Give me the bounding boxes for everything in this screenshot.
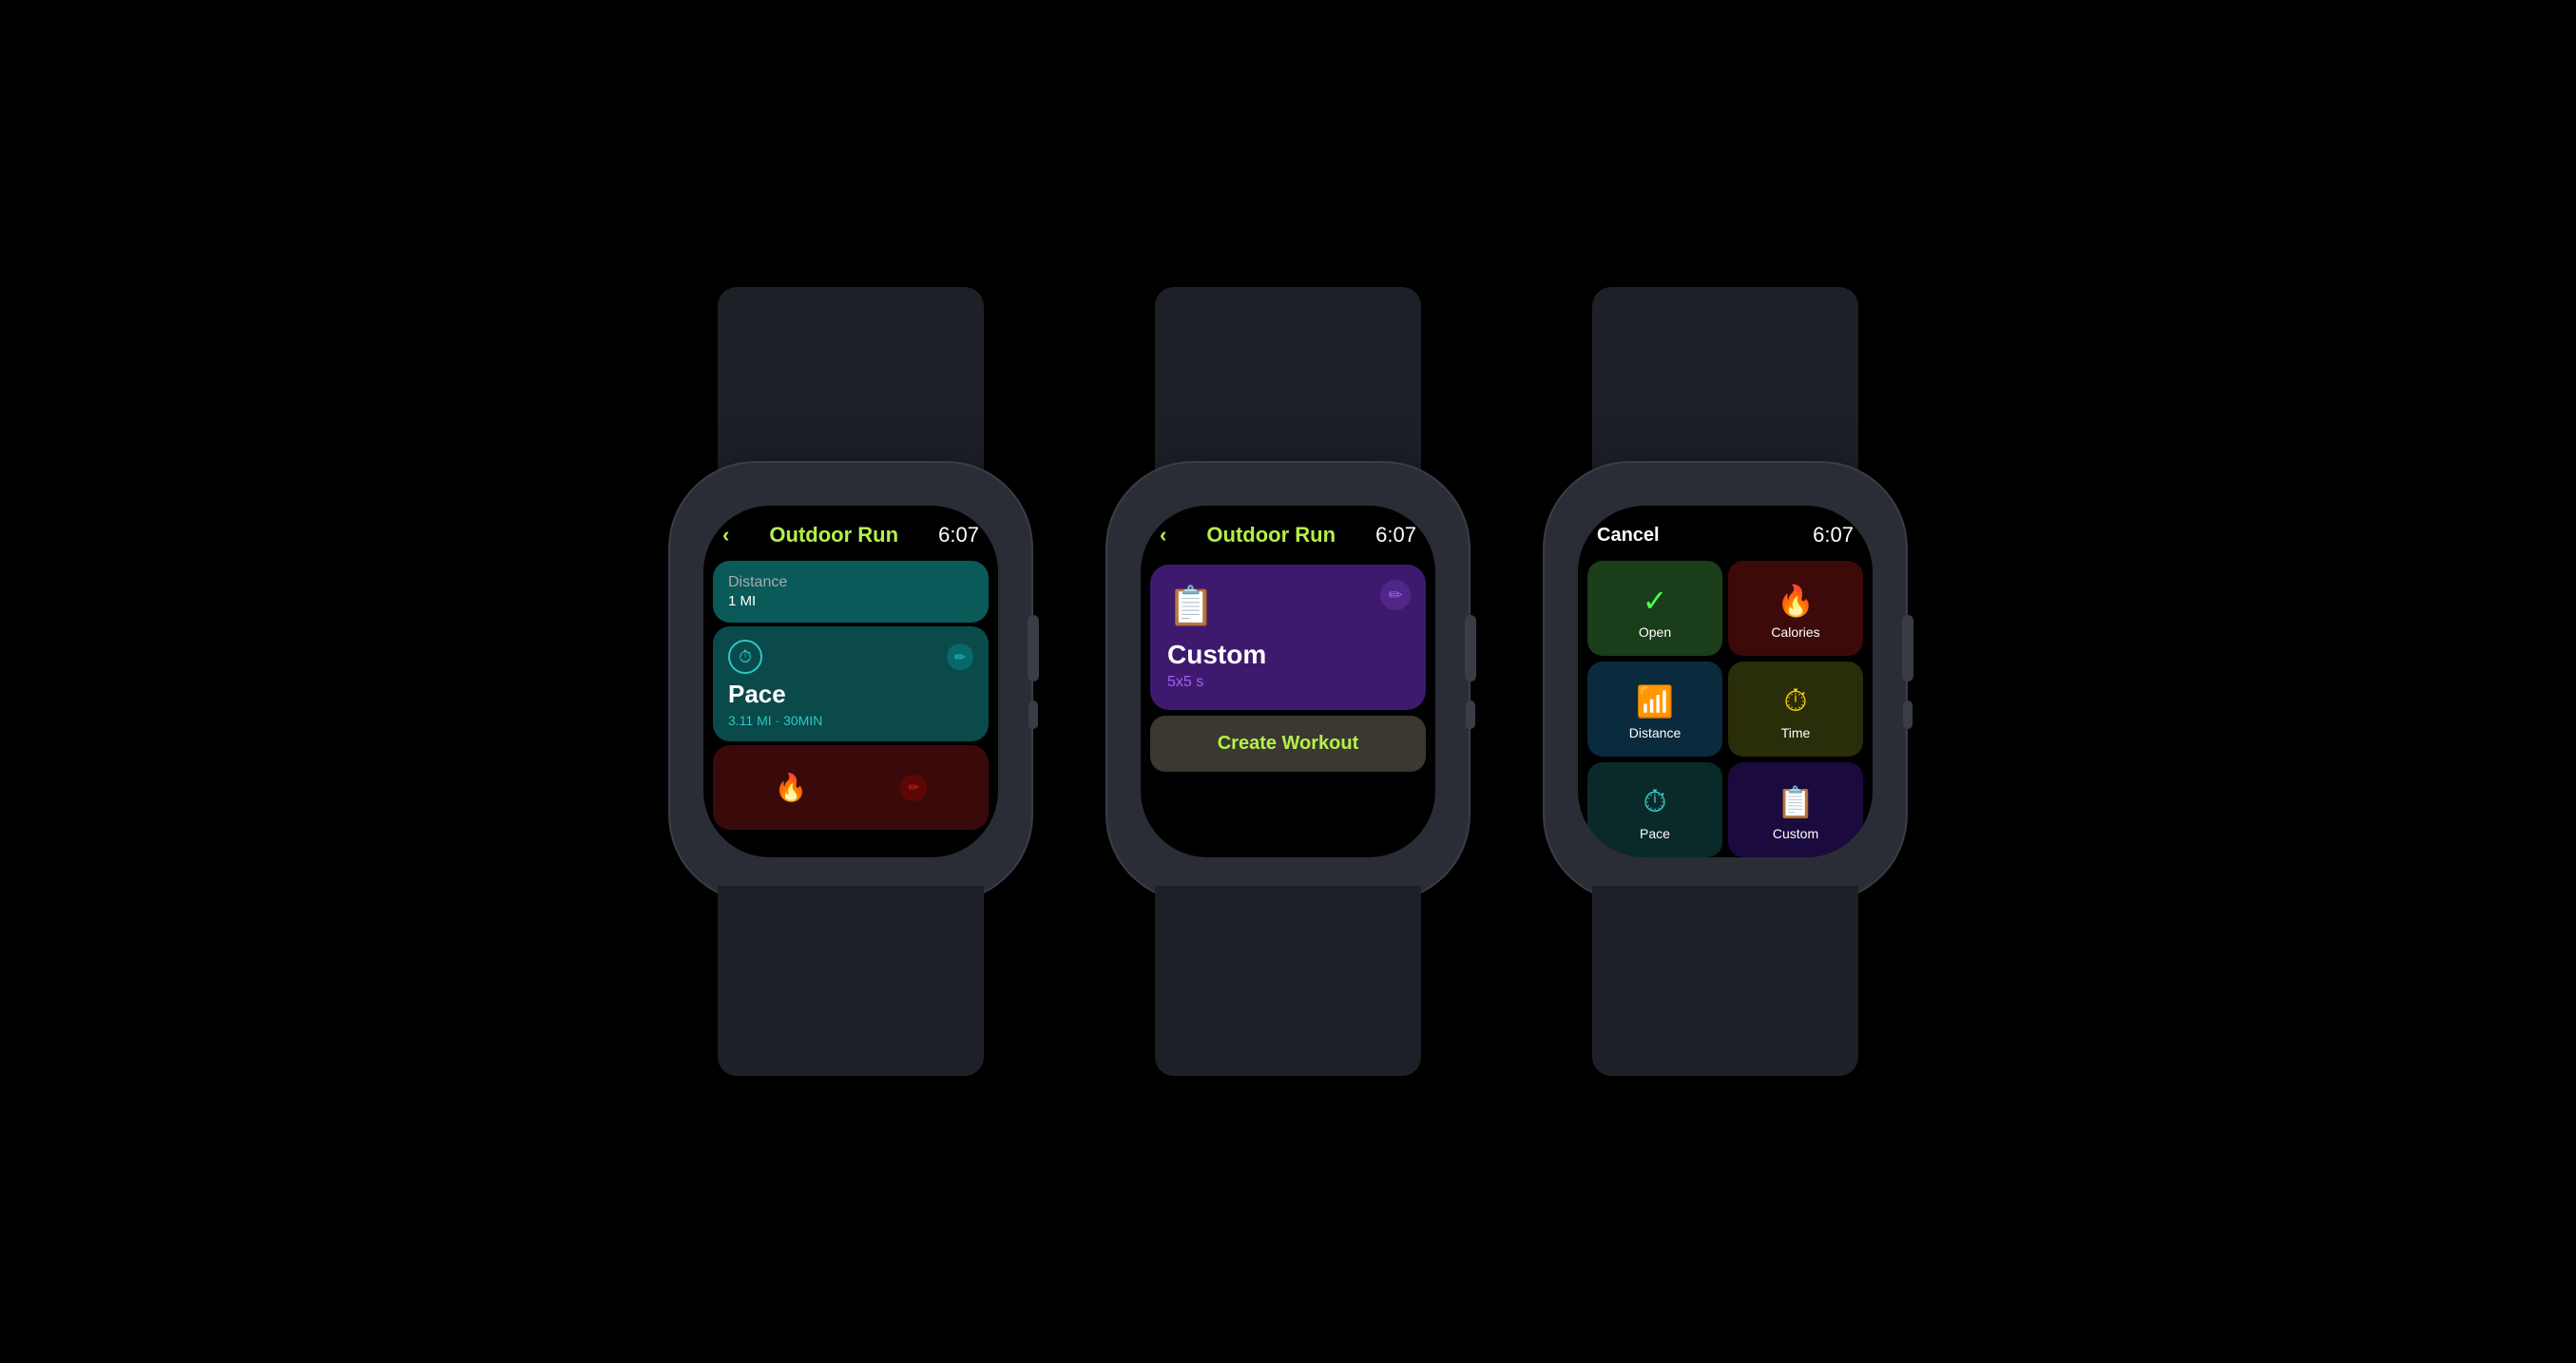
watches-container: ‹ Outdoor Run 6:07 Distance 1 MI ⏱ ✏ Pac…	[670, 463, 1906, 900]
open-label: Open	[1639, 624, 1671, 640]
goal-custom-button[interactable]: 📋 Custom	[1728, 762, 1863, 857]
distance-label: Distance	[728, 574, 973, 591]
calories-label: Calories	[1771, 624, 1819, 640]
distance-label: Distance	[1629, 725, 1681, 740]
watch-band-top-3	[1592, 287, 1858, 477]
screen2-header: ‹ Outdoor Run 6:07	[1141, 506, 1435, 557]
cancel-button[interactable]: Cancel	[1597, 525, 1660, 547]
watch-2: ‹ Outdoor Run 6:07 📋 ✏ Custom 5x5 s Crea…	[1107, 463, 1469, 900]
pace-title: Pace	[728, 680, 973, 709]
goal-type-grid: ✓ Open 🔥 Calories 📶 Distance	[1578, 557, 1873, 857]
screen1-title: Outdoor Run	[769, 523, 898, 547]
custom-card-title: Custom	[1167, 640, 1409, 670]
watch-screen-2: ‹ Outdoor Run 6:07 📋 ✏ Custom 5x5 s Crea…	[1141, 506, 1435, 857]
screen1-header: ‹ Outdoor Run 6:07	[703, 506, 998, 557]
calories-flame-icon: 🔥	[1777, 583, 1815, 619]
watch-band-top-2	[1155, 287, 1421, 477]
time-label: Time	[1781, 725, 1811, 740]
watch-3: Cancel 6:07 ✓ Open 🔥 Calories	[1545, 463, 1906, 900]
watch-band-top-1	[718, 287, 984, 477]
watch-side-button-1	[1028, 701, 1038, 729]
calories-row: 🔥 ✏	[728, 758, 973, 816]
pencil-edit-icon[interactable]: ✏	[1380, 580, 1411, 610]
custom-card-subtitle: 5x5 s	[1167, 674, 1409, 691]
clipboard-icon: 📋	[1167, 584, 1409, 628]
back-arrow-2[interactable]: ‹	[1160, 523, 1166, 547]
watch-body-1: ‹ Outdoor Run 6:07 Distance 1 MI ⏱ ✏ Pac…	[670, 463, 1031, 900]
distance-card[interactable]: Distance 1 MI	[713, 561, 989, 623]
goal-pace-button[interactable]: ⏱ Pace	[1587, 762, 1722, 857]
goal-time-button[interactable]: ⏱ Time	[1728, 662, 1863, 757]
custom-clipboard-icon: 📋	[1777, 784, 1815, 820]
watch-side-button-3	[1903, 701, 1913, 729]
watch-body-2: ‹ Outdoor Run 6:07 📋 ✏ Custom 5x5 s Crea…	[1107, 463, 1469, 900]
open-check-icon: ✓	[1643, 583, 1668, 619]
pace-subtitle: 3.11 MI · 30MIN	[728, 713, 973, 728]
watch-side-button-2	[1466, 701, 1475, 729]
watch-1: ‹ Outdoor Run 6:07 Distance 1 MI ⏱ ✏ Pac…	[670, 463, 1031, 900]
screen3-time: 6:07	[1813, 523, 1854, 547]
distance-value: 1 MI	[728, 593, 973, 609]
watch-screen-3: Cancel 6:07 ✓ Open 🔥 Calories	[1578, 506, 1873, 857]
goal-calories-button[interactable]: 🔥 Calories	[1728, 561, 1863, 656]
pace-edit-icon[interactable]: ✏	[947, 643, 973, 670]
screen1-time: 6:07	[938, 523, 979, 547]
screen3-header: Cancel 6:07	[1578, 506, 1873, 557]
goal-distance-button[interactable]: 📶 Distance	[1587, 662, 1722, 757]
screen2-title: Outdoor Run	[1206, 523, 1336, 547]
watch-band-bottom-2	[1155, 886, 1421, 1076]
back-arrow-1[interactable]: ‹	[722, 523, 729, 547]
custom-workout-card[interactable]: 📋 ✏ Custom 5x5 s	[1150, 565, 1426, 710]
pace-icon: ⏱	[728, 640, 762, 674]
watch-band-bottom-1	[718, 886, 984, 1076]
distance-bars-icon: 📶	[1636, 683, 1674, 720]
pace-label: Pace	[1640, 826, 1670, 841]
watch-crown-2	[1465, 615, 1476, 682]
pace-icon-row: ⏱ ✏	[728, 640, 973, 674]
pace-stopwatch-icon: ⏱	[1644, 784, 1667, 820]
flame-icon: 🔥	[775, 772, 808, 803]
screen2-time: 6:07	[1375, 523, 1416, 547]
custom-label: Custom	[1773, 826, 1818, 841]
goal-open-button[interactable]: ✓ Open	[1587, 561, 1722, 656]
time-clock-icon: ⏱	[1784, 683, 1808, 720]
watch-crown-3	[1902, 615, 1913, 682]
watch-crown-1	[1028, 615, 1039, 682]
watch-body-3: Cancel 6:07 ✓ Open 🔥 Calories	[1545, 463, 1906, 900]
pace-card[interactable]: ⏱ ✏ Pace 3.11 MI · 30MIN	[713, 626, 989, 741]
calories-edit-icon[interactable]: ✏	[900, 775, 927, 801]
calories-card[interactable]: 🔥 ✏	[713, 745, 989, 830]
watch-band-bottom-3	[1592, 886, 1858, 1076]
create-workout-button[interactable]: Create Workout	[1150, 716, 1426, 772]
watch-screen-1: ‹ Outdoor Run 6:07 Distance 1 MI ⏱ ✏ Pac…	[703, 506, 998, 857]
